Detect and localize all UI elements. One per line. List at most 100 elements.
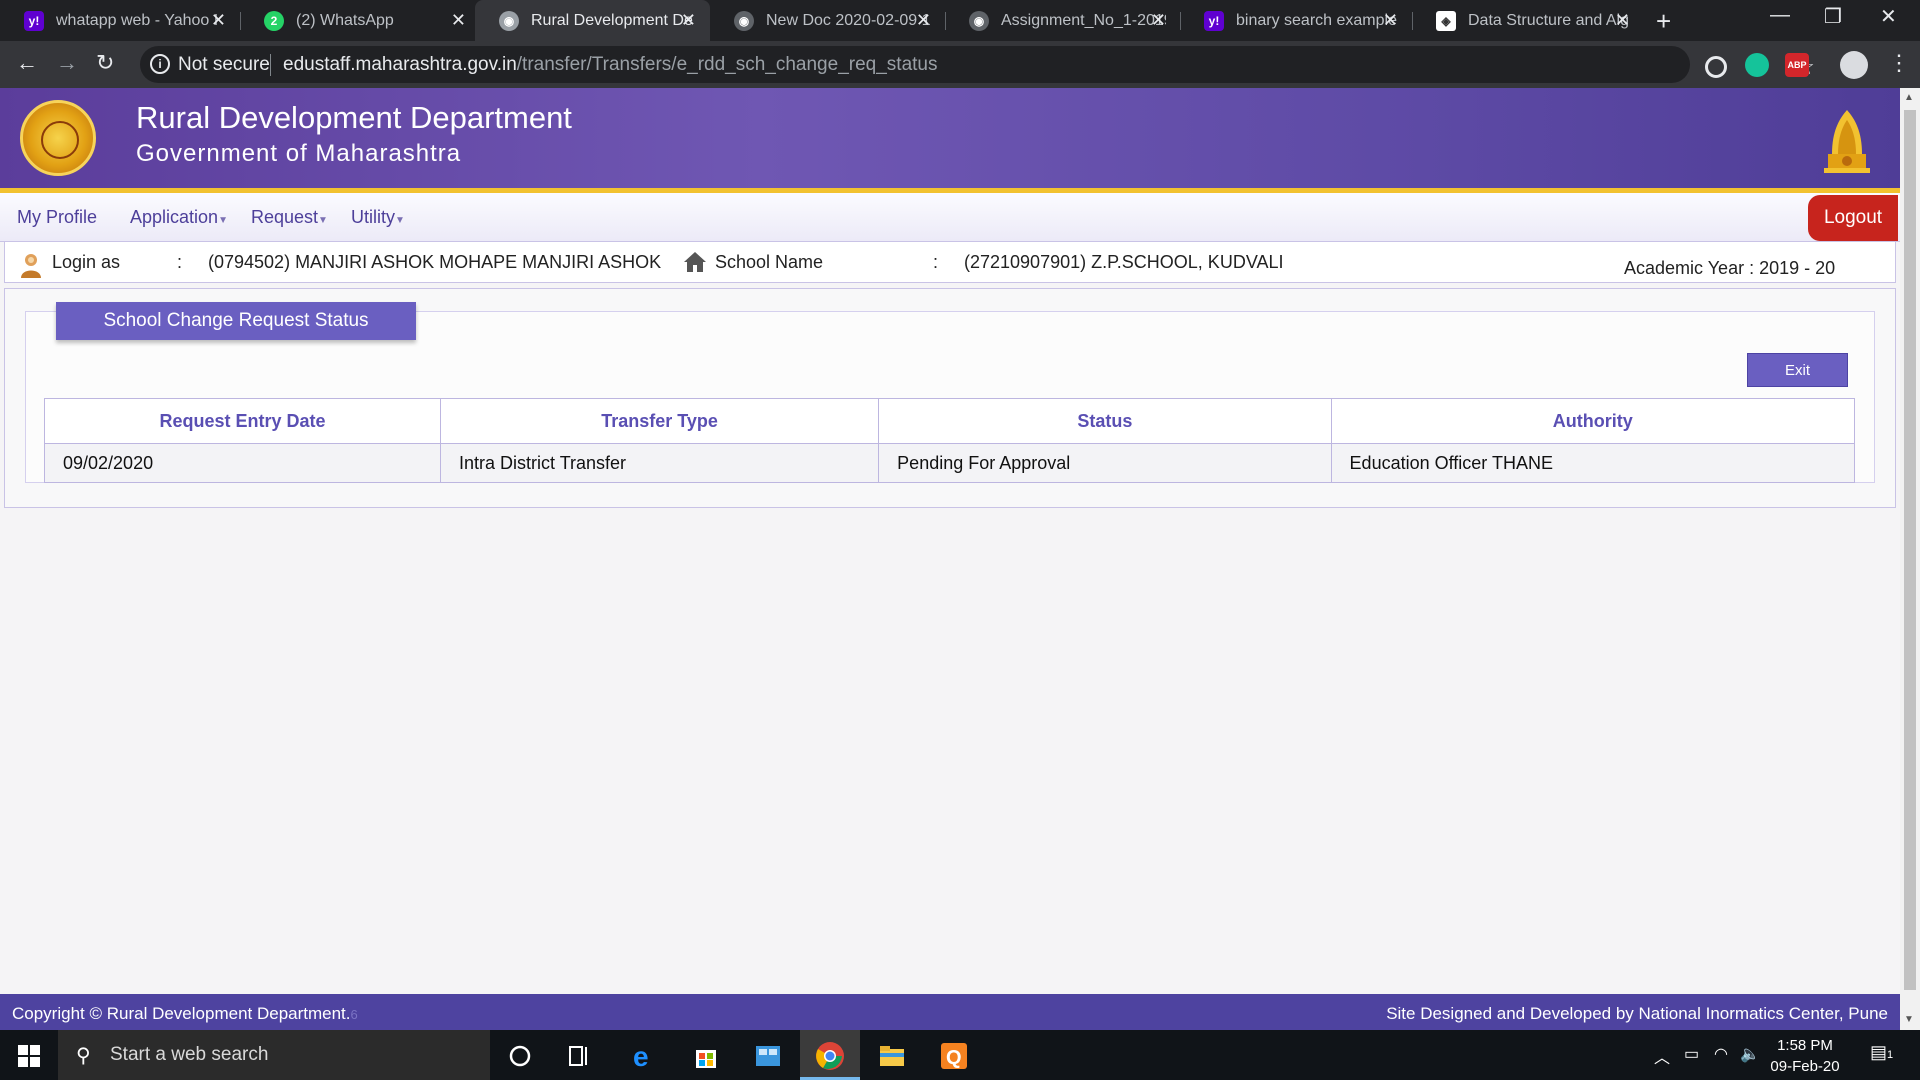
site-footer: Copyright © Rural Development Department… [0,994,1900,1030]
omnibox-divider [270,54,271,76]
security-label: Not secure [178,54,270,75]
login-label: Login as [52,252,121,272]
browser-tab[interactable]: ◈ Data Structure and Alg ✕ [1412,0,1644,41]
scroll-up-icon[interactable]: ▲ [1904,92,1914,103]
exit-button[interactable]: Exit [1747,353,1848,387]
minimize-icon[interactable]: — [1770,4,1790,27]
tab-title: Data Structure and Alg [1468,11,1629,29]
menu-request[interactable]: Request▼ [251,207,328,228]
cortana-icon[interactable] [504,1040,536,1072]
browser-tab-strip: y! whatapp web - Yahoo I ✕ 2 (2) WhatsAp… [0,0,1920,41]
menu-application[interactable]: Application▼ [130,207,228,228]
close-tab-icon[interactable]: ✕ [211,10,226,31]
globe-icon: ◉ [969,10,989,31]
browser-tab[interactable]: y! binary search example ✕ [1180,0,1412,41]
adblock-icon[interactable]: ABP [1785,53,1809,77]
windows-start-icon[interactable] [18,1045,40,1067]
close-tab-icon[interactable]: ✕ [916,10,931,31]
svg-text:Q: Q [946,1047,962,1069]
browser-tab[interactable]: ◉ Assignment_No_1-2019 ✕ [945,0,1180,41]
info-icon[interactable]: i [150,54,170,74]
browser-toolbar: ← → ↻ i Not secure edustaff.maharashtra.… [0,41,1920,88]
wifi-icon[interactable]: ◠ [1714,1044,1728,1064]
menu-label: Utility [351,207,395,227]
school-label: School Name [715,252,824,272]
ds-icon: ◈ [1436,10,1456,31]
edge-icon[interactable]: e [628,1040,660,1072]
tab-title: whatapp web - Yahoo I [56,11,219,29]
qpdf-app-icon[interactable]: Q [938,1040,970,1072]
login-value: (0794502) MANJIRI ASHOK MOHAPE MANJIRI A… [208,252,662,272]
academic-year: Academic Year : 2019 - 20 [1624,258,1836,278]
notification-center-icon[interactable]: ▤1 [1870,1042,1893,1063]
tab-title: Assignment_No_1-2019 [1001,11,1166,29]
panel-title: School Change Request Status [56,302,416,340]
windows-taskbar: ⚲ Start a web search e Q ︿ ▭ ◠ 🔈 1:58 PM… [0,1030,1920,1080]
taskbar-active-app[interactable] [800,1030,860,1080]
close-window-icon[interactable]: ✕ [1880,4,1897,29]
close-tab-icon[interactable]: ✕ [681,10,696,31]
back-icon[interactable]: ← [16,50,38,76]
yahoo-icon: y! [24,10,44,31]
menu-my-profile[interactable]: My Profile [17,207,97,228]
browser-tab[interactable]: ◉ New Doc 2020-02-09 1 ✕ [710,0,945,41]
browser-tab[interactable]: y! whatapp web - Yahoo I ✕ [0,0,240,41]
maharashtra-seal-icon [20,100,96,176]
browser-tab-active[interactable]: ◉ Rural Development De ✕ [475,0,710,41]
grammarly-icon[interactable] [1745,53,1769,77]
clock-time: 1:58 PM [1777,1037,1833,1054]
taskbar-clock[interactable]: 1:58 PM 09-Feb-20 [1765,1035,1845,1077]
request-status-table: Request Entry Date Transfer Type Status … [44,398,1856,483]
menu-label: Application [130,207,219,227]
dropdown-caret-icon: ▼ [318,215,328,226]
reload-icon[interactable]: ↻ [96,50,114,76]
globe-icon: ◉ [734,10,754,31]
forward-icon[interactable]: → [56,50,78,76]
table-row: 09/02/2020 Intra District Transfer Pendi… [44,443,1856,483]
logout-button[interactable]: Logout [1808,195,1898,241]
footer-credits: Site Designed and Developed by National … [1386,1004,1888,1023]
column-header-status: Status [878,398,1332,444]
taskbar-search-box[interactable]: ⚲ Start a web search [58,1030,490,1080]
cell-authority: Education Officer THANE [1330,443,1856,483]
battery-icon[interactable]: ▭ [1684,1044,1699,1064]
cell-transfer-type: Intra District Transfer [439,443,880,483]
home-icon [684,252,706,272]
show-hidden-icons-icon[interactable]: ︿ [1654,1044,1670,1068]
footer-counter: 6 [350,1007,358,1022]
url-host: edustaff.maharashtra.gov.in [283,54,517,75]
page-content: Rural Development Department Government … [0,88,1900,1030]
separator-colon: : [933,252,939,272]
control-panel-icon[interactable] [752,1040,784,1072]
close-tab-icon[interactable]: ✕ [1383,10,1398,31]
close-tab-icon[interactable]: ✕ [1615,10,1630,31]
new-tab-icon[interactable]: + [1656,6,1671,37]
address-bar[interactable]: i Not secure edustaff.maharashtra.gov.in… [140,46,1815,83]
menu-kebab-icon[interactable]: ⋮ [1888,50,1910,76]
menu-utility[interactable]: Utility▼ [351,207,405,228]
scroll-down-icon[interactable]: ▼ [1904,1014,1914,1025]
department-title: Rural Development Department [136,100,572,135]
column-header-transfer-type: Transfer Type [439,398,880,444]
browser-tab[interactable]: 2 (2) WhatsApp ✕ [240,0,480,41]
url-text[interactable]: edustaff.maharashtra.gov.in/transfer/Tra… [283,54,937,76]
volume-icon[interactable]: 🔈 [1740,1044,1760,1064]
page-scrollbar[interactable]: ▲ ▼ [1900,88,1920,1030]
yahoo-icon: y! [1204,10,1224,31]
menu-label: My Profile [17,207,98,227]
clock-date: 09-Feb-20 [1770,1058,1840,1075]
task-view-icon[interactable] [564,1040,596,1072]
close-tab-icon[interactable]: ✕ [451,10,466,31]
extension-icon[interactable] [1705,56,1727,78]
file-explorer-icon[interactable] [876,1040,908,1072]
close-tab-icon[interactable]: ✕ [1151,10,1166,31]
profile-avatar-icon[interactable] [1840,51,1868,79]
scrollbar-thumb[interactable] [1904,110,1916,990]
store-icon[interactable] [690,1040,722,1072]
chrome-icon [816,1042,844,1070]
tab-title: Rural Development De [531,11,693,29]
cell-status: Pending For Approval [878,443,1332,483]
user-icon [21,254,41,278]
restore-icon[interactable]: ❐ [1824,4,1842,29]
copyright-text: Copyright © Rural Development Department… [12,1004,351,1023]
